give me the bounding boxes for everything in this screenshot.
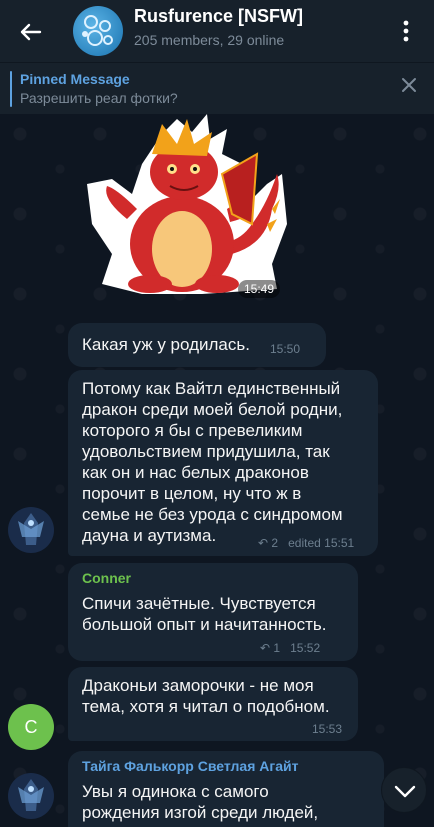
message-line: Потому как Вайтл единственный	[82, 379, 341, 398]
chevron-down-icon	[394, 785, 416, 798]
message-line: Увы я одинока с самого	[82, 782, 269, 801]
message-bubble[interactable]: Драконьи заморочки - не моя тема, хотя я…	[68, 667, 358, 741]
message-line: порочит в целом, ну что ж в	[82, 484, 302, 503]
pinned-message-bar[interactable]: Pinned Message Разрешить реал фотки?	[0, 62, 434, 114]
message-meta: ↶ 2 edited 15:51	[258, 536, 354, 550]
message-line: семье не без урода с синдромом	[82, 505, 343, 524]
member-count: 205 members, 29 online	[134, 32, 285, 48]
dragon-sticker[interactable]	[82, 114, 292, 304]
message-line: дракон среди моей белой родни,	[82, 400, 343, 419]
group-avatar[interactable]	[73, 6, 123, 56]
message-time: 15:50	[270, 342, 301, 356]
message-text: Спичи зачётные. Чувствуется большой опыт…	[82, 593, 326, 635]
message-bubble[interactable]: Тайга Фалькорр Светлая Агайт Увы я одино…	[68, 751, 384, 827]
pinned-title: Pinned Message	[20, 71, 130, 87]
chat-title[interactable]: Rusfurence [NSFW]	[134, 6, 303, 27]
user-avatar[interactable]	[8, 507, 54, 553]
scroll-down-button[interactable]	[381, 767, 427, 813]
user-avatar[interactable]	[8, 773, 54, 819]
arrow-left-icon[interactable]	[14, 16, 46, 48]
reply-arrow-icon: ↶	[258, 536, 269, 550]
message-time: 15:52	[290, 641, 321, 655]
message-line: рождения изгой среди людей,	[82, 803, 319, 822]
message-line: удовольствием придушила, так	[82, 442, 330, 461]
message-line: как он и нас белых драконов	[82, 463, 309, 482]
pinned-indicator	[10, 71, 12, 107]
sender-name[interactable]: Тайга Фалькорр Светлая Агайт	[82, 758, 298, 774]
user-avatar[interactable]: C	[8, 704, 54, 750]
sender-name[interactable]: Conner	[82, 570, 131, 586]
message-text: Увы я одинока с самого рождения изгой ср…	[82, 781, 318, 823]
message-line: тема, хотя я читал о подобном.	[82, 697, 330, 716]
message-text: Какая уж у родилась.	[82, 335, 250, 354]
message-text: Драконьи заморочки - не моя тема, хотя я…	[82, 675, 330, 717]
message-time: 15:53	[312, 722, 343, 736]
message-meta: ↶ 1 15:52	[260, 641, 320, 655]
edited-time: edited 15:51	[288, 536, 355, 550]
reply-count: 1	[273, 641, 281, 655]
reply-count: 2	[271, 536, 279, 550]
chat-header: Rusfurence [NSFW] 205 members, 29 online	[0, 0, 434, 62]
message-bubble[interactable]: Conner Спичи зачётные. Чувствуется больш…	[68, 563, 358, 661]
kebab-menu-icon[interactable]	[396, 14, 416, 48]
message-line: Спичи зачётные. Чувствуется	[82, 594, 316, 613]
pinned-text: Разрешить реал фотки?	[20, 90, 178, 106]
message-bubble[interactable]: Какая уж у родилась. 15:50	[68, 323, 326, 367]
reply-arrow-icon: ↶	[260, 641, 271, 655]
message-time: 15:49	[238, 280, 281, 298]
message-text: Потому как Вайтл единственный дракон сре…	[82, 378, 343, 546]
message-bubble[interactable]: Потому как Вайтл единственный дракон сре…	[68, 370, 378, 556]
message-line: Драконьи заморочки - не моя	[82, 676, 314, 695]
close-icon[interactable]	[398, 74, 420, 96]
message-line: большой опыт и начитанность.	[82, 615, 327, 634]
message-line: которого я бы с превеликим	[82, 421, 303, 440]
